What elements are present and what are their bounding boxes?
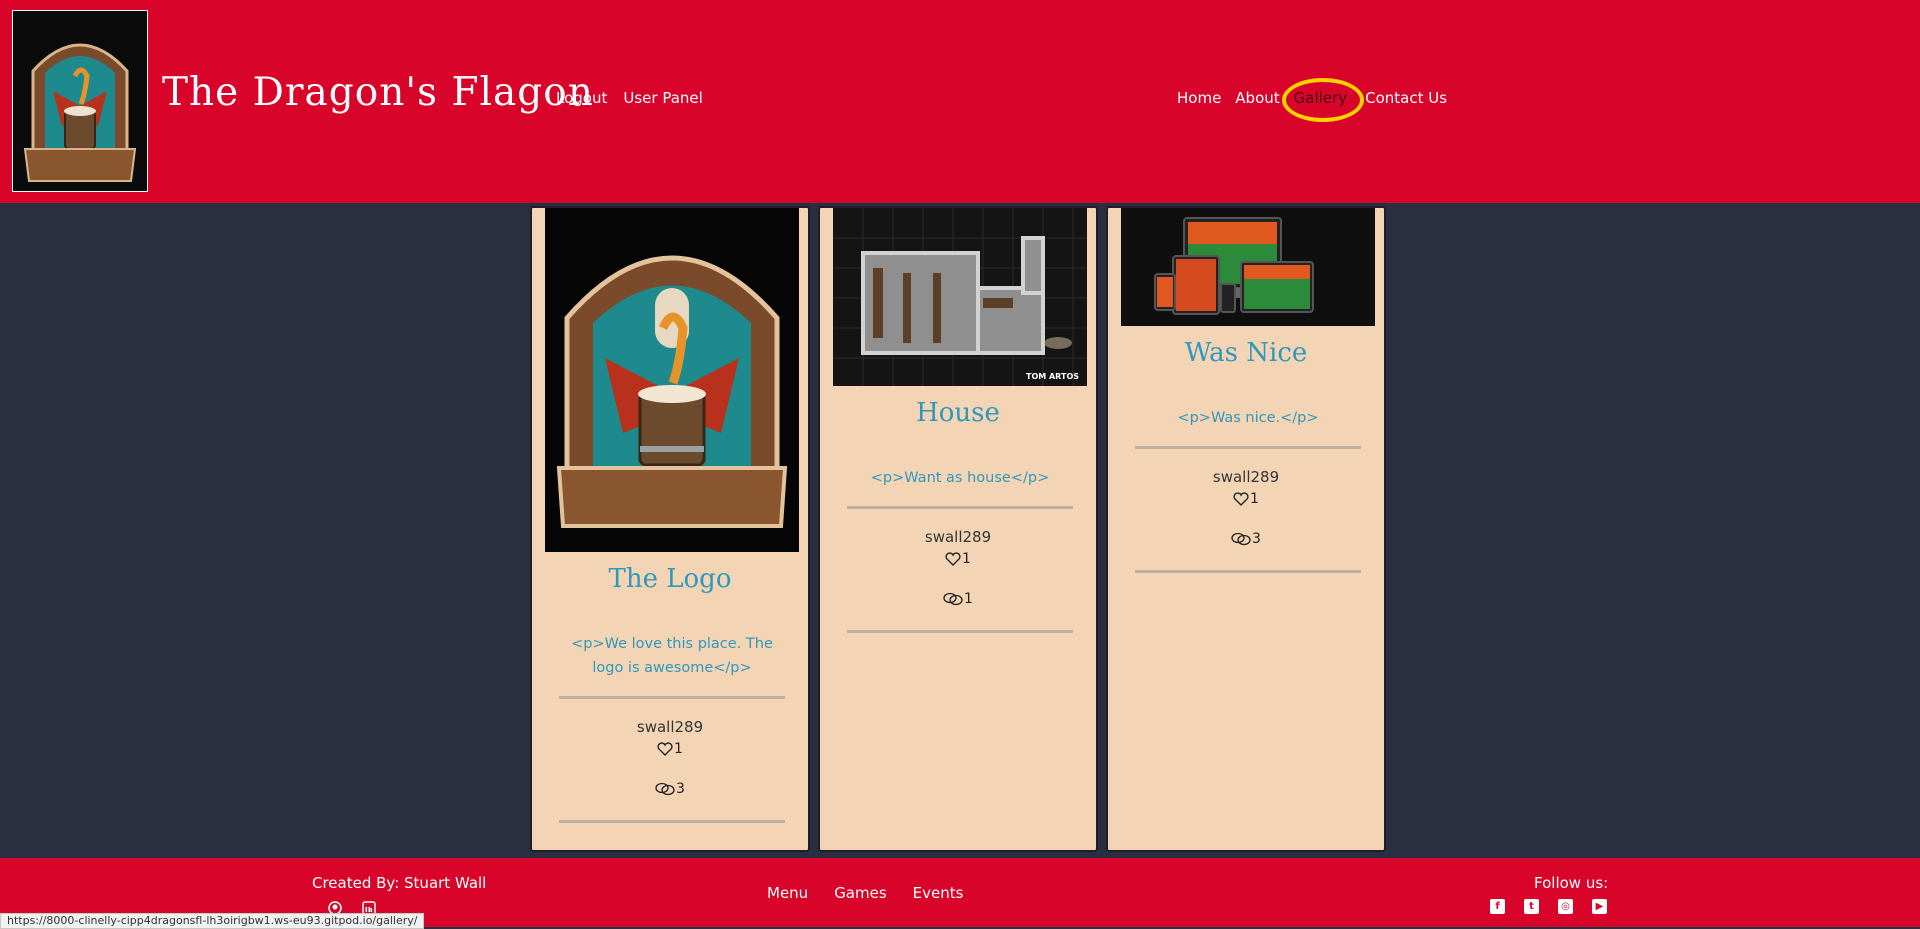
site-title[interactable]: The Dragon's Flagon — [162, 70, 594, 115]
comments-icon — [943, 592, 963, 606]
facebook-icon[interactable]: f — [1490, 899, 1505, 914]
nav-home[interactable]: Home — [1177, 89, 1221, 107]
divider — [1135, 570, 1361, 573]
like-button[interactable]: 1 — [820, 551, 1096, 567]
card-text: <p>Was nice.</p> — [1177, 410, 1319, 426]
card-text: <p>Want as house</p> — [870, 470, 1050, 486]
divider — [847, 506, 1073, 509]
highlight-circle — [1281, 78, 1364, 122]
gallery-card: Was Nice <p>Was nice.</p> swall289 1 3 — [1106, 206, 1386, 852]
comment-count: 3 — [1252, 531, 1261, 547]
tavern-logo[interactable] — [12, 10, 148, 192]
nav-contact[interactable]: Contact Us — [1365, 89, 1447, 107]
card-author: swall289 — [1212, 468, 1280, 486]
main-nav: Home About Gallery Contact Us — [1177, 78, 1461, 122]
comments-link[interactable]: 1 — [820, 591, 1096, 607]
gallery-card: TOM ARTOS House <p>Want as house</p> swa… — [818, 206, 1098, 852]
card-title[interactable]: The Logo — [532, 564, 808, 594]
card-image[interactable]: TOM ARTOS — [833, 208, 1087, 386]
footer-events-link[interactable]: Events — [913, 884, 964, 902]
like-button[interactable]: 1 — [532, 741, 808, 757]
like-button[interactable]: 1 — [1108, 491, 1384, 507]
like-count: 1 — [962, 551, 971, 567]
creator-credit: Created By: Stuart Wall — [312, 874, 487, 892]
like-count: 1 — [674, 741, 683, 757]
divider — [1135, 446, 1361, 449]
card-title[interactable]: House — [820, 398, 1096, 428]
card-title[interactable]: Was Nice — [1108, 338, 1384, 368]
comments-link[interactable]: 3 — [1108, 531, 1384, 547]
instagram-icon[interactable]: ◎ — [1558, 899, 1573, 914]
card-image[interactable] — [545, 208, 799, 552]
comment-count: 3 — [676, 781, 685, 797]
like-count: 1 — [1250, 491, 1259, 507]
logout-link[interactable]: Logout — [556, 89, 607, 107]
site-header: The Dragon's Flagon Logout User Panel Ho… — [0, 0, 1920, 203]
footer-nav: Menu Games Events — [767, 884, 963, 902]
heart-icon — [1233, 492, 1249, 506]
heart-icon — [657, 742, 673, 756]
comments-icon — [1231, 532, 1251, 546]
card-image[interactable] — [1121, 208, 1375, 326]
nav-about[interactable]: About — [1235, 89, 1279, 107]
heart-icon — [945, 552, 961, 566]
comments-icon — [655, 782, 675, 796]
card-author: swall289 — [924, 528, 992, 546]
card-text: <p>We love this place. The logo is aweso… — [571, 636, 773, 676]
divider — [559, 820, 785, 823]
gallery-card: The Logo <p>We love this place. The logo… — [530, 206, 810, 852]
twitter-icon[interactable]: t — [1524, 899, 1539, 914]
footer-menu-link[interactable]: Menu — [767, 884, 808, 902]
account-nav: Logout User Panel — [556, 89, 703, 107]
card-author: swall289 — [636, 718, 704, 736]
user-panel-link[interactable]: User Panel — [623, 89, 702, 107]
divider — [847, 630, 1073, 633]
follow-label: Follow us: — [1534, 874, 1609, 892]
social-links: f t ◎ ▶ — [1490, 899, 1607, 914]
image-credit: TOM ARTOS — [1026, 372, 1079, 381]
footer-games-link[interactable]: Games — [834, 884, 886, 902]
youtube-icon[interactable]: ▶ — [1592, 899, 1607, 914]
nav-gallery[interactable]: Gallery — [1281, 78, 1364, 122]
divider — [559, 696, 785, 699]
comment-count: 1 — [964, 591, 973, 607]
comments-link[interactable]: 3 — [532, 781, 808, 797]
